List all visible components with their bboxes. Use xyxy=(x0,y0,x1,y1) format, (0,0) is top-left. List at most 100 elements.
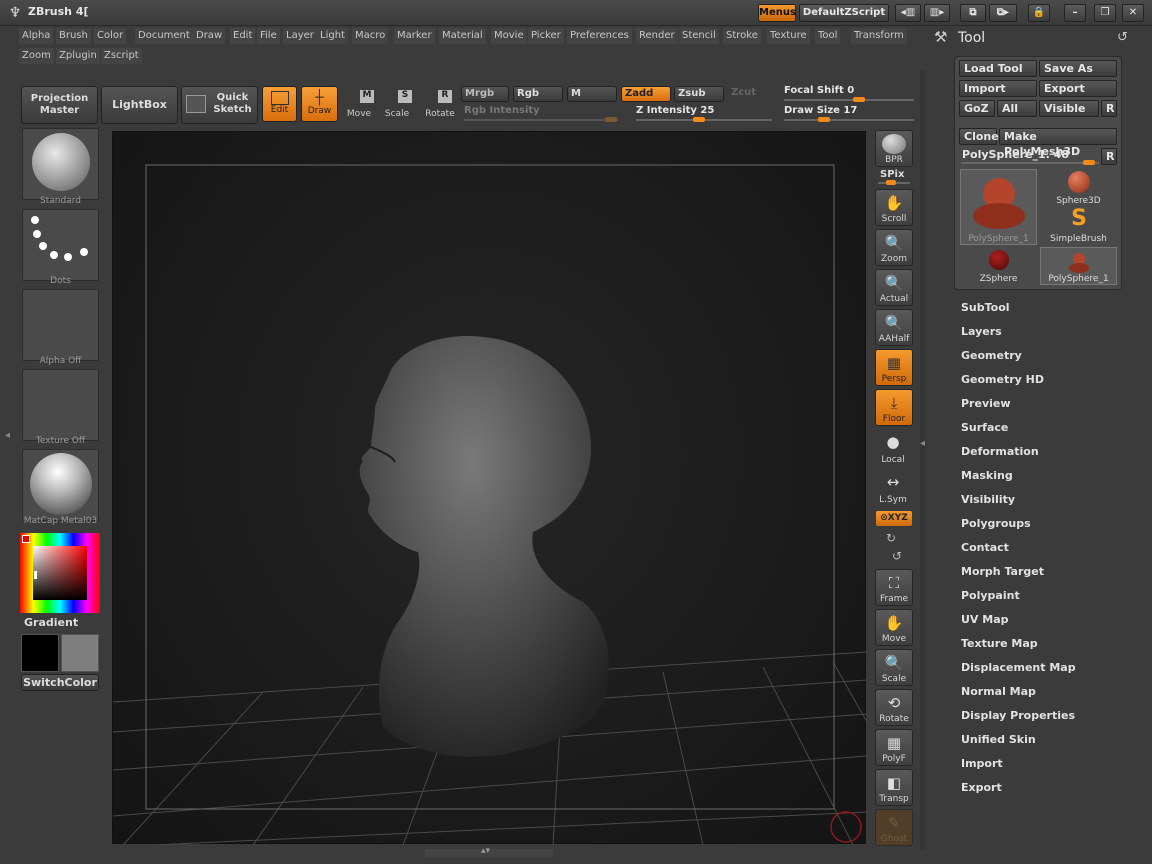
mrgb-button[interactable]: Mrgb xyxy=(461,86,509,102)
menu-transform[interactable]: Transform xyxy=(851,28,907,44)
subpalette-subtool[interactable]: SubTool xyxy=(961,301,1010,314)
menu-tool[interactable]: Tool xyxy=(815,28,841,44)
tool-r-button[interactable]: R xyxy=(1101,148,1117,165)
rgb-intensity-knob[interactable] xyxy=(605,117,617,122)
current-tool-knob[interactable] xyxy=(1083,160,1095,165)
scale-view-button[interactable]: 🔍 Scale xyxy=(875,649,913,686)
subpalette-layers[interactable]: Layers xyxy=(961,325,1002,338)
thumb-polysphere-small[interactable]: PolySphere_1 xyxy=(1040,247,1117,285)
alpha-slot[interactable] xyxy=(22,289,99,361)
rgb-button[interactable]: Rgb xyxy=(513,86,563,102)
scroll-button[interactable]: ✋ Scroll xyxy=(875,189,913,226)
m-button[interactable]: M xyxy=(567,86,617,102)
secondary-color-swatch[interactable] xyxy=(61,634,99,672)
menu-macro[interactable]: Macro xyxy=(352,28,389,44)
menu-alpha[interactable]: Alpha xyxy=(19,28,54,44)
persp-button[interactable]: ▦ Persp xyxy=(875,349,913,386)
menu-brush[interactable]: Brush xyxy=(56,28,91,44)
make-polymesh3d-button[interactable]: Make PolyMesh3D xyxy=(999,128,1117,158)
draw-size-knob[interactable] xyxy=(818,117,830,122)
subpalette-polypaint[interactable]: Polypaint xyxy=(961,589,1020,602)
lock-icon[interactable]: 🔒 xyxy=(1028,4,1050,22)
move-view-button[interactable]: ✋ Move xyxy=(875,609,913,646)
menu-zoom[interactable]: Zoom xyxy=(19,48,54,64)
rotate-y-icon[interactable]: ↻ xyxy=(886,531,896,545)
collapse-right-tray-icon[interactable]: ◂ xyxy=(920,438,925,449)
subpalette-import[interactable]: Import xyxy=(961,757,1003,770)
collapse-left-tray-icon[interactable]: ◂ xyxy=(5,430,10,441)
menu-draw[interactable]: Draw xyxy=(193,28,226,44)
menu-edit[interactable]: Edit xyxy=(230,28,256,44)
menu-layer[interactable]: Layer xyxy=(283,28,317,44)
navigation-gizmo[interactable] xyxy=(830,811,862,843)
z-intensity-knob[interactable] xyxy=(693,117,705,122)
menu-texture[interactable]: Texture xyxy=(767,28,810,44)
transp-button[interactable]: ◧ Transp xyxy=(875,769,913,806)
main-color-swatch[interactable] xyxy=(21,634,59,672)
subpalette-display-properties[interactable]: Display Properties xyxy=(961,709,1075,722)
local-button[interactable]: ● Local xyxy=(875,429,913,466)
subpalette-texture-map[interactable]: Texture Map xyxy=(961,637,1038,650)
bpr-button[interactable]: BPR xyxy=(875,130,913,167)
menu-stroke[interactable]: Stroke xyxy=(723,28,761,44)
menus-button[interactable]: Menus xyxy=(758,4,796,22)
current-tool-slider[interactable] xyxy=(961,162,1099,164)
focal-shift-slider[interactable] xyxy=(784,99,914,101)
edit-mode-button[interactable]: Edit xyxy=(262,86,297,122)
subpalette-visibility[interactable]: Visibility xyxy=(961,493,1015,506)
menu-light[interactable]: Light xyxy=(317,28,348,44)
bottom-tray-arrows-icon[interactable]: ▴▾ xyxy=(481,846,490,856)
subpalette-unified-skin[interactable]: Unified Skin xyxy=(961,733,1036,746)
material-slot[interactable] xyxy=(22,449,99,521)
menu-render[interactable]: Render xyxy=(636,28,678,44)
zcut-button[interactable]: Zcut xyxy=(731,87,756,98)
menu-picker[interactable]: Picker xyxy=(528,28,564,44)
goz-r-button[interactable]: R xyxy=(1101,100,1117,117)
close-icon[interactable]: ✕ xyxy=(1122,4,1144,22)
all-button[interactable]: All xyxy=(997,100,1037,117)
zsub-button[interactable]: Zsub xyxy=(674,86,724,102)
color-picker[interactable] xyxy=(20,533,100,613)
canvas-viewport[interactable] xyxy=(112,131,868,846)
thumb-sphere3d[interactable]: Sphere3D xyxy=(1040,169,1117,207)
switch-color-button[interactable]: SwitchColor xyxy=(21,674,99,691)
expand-interface-icon[interactable]: ▥▸ xyxy=(924,4,950,22)
restore-icon[interactable]: ❐ xyxy=(1094,4,1116,22)
load-tool-button[interactable]: Load Tool xyxy=(959,60,1037,77)
minimize-icon[interactable]: – xyxy=(1064,4,1086,22)
layout-icon[interactable]: ⧉ xyxy=(960,4,986,22)
subpalette-morph-target[interactable]: Morph Target xyxy=(961,565,1044,578)
rgb-intensity-slider[interactable] xyxy=(464,119,618,121)
xyz-button[interactable]: ⊙XYZ xyxy=(876,511,912,526)
menu-file[interactable]: File xyxy=(257,28,280,44)
brush-slot[interactable] xyxy=(22,128,99,200)
subpalette-masking[interactable]: Masking xyxy=(961,469,1013,482)
lsym-button[interactable]: ↔ L.Sym xyxy=(875,469,913,506)
zoom-button[interactable]: 🔍 Zoom xyxy=(875,229,913,266)
subpalette-uv-map[interactable]: UV Map xyxy=(961,613,1009,626)
menu-zplugin[interactable]: Zplugin xyxy=(56,48,100,64)
tool-palette-title[interactable]: Tool xyxy=(958,30,985,46)
texture-slot[interactable] xyxy=(22,369,99,441)
draw-size-slider[interactable] xyxy=(784,119,914,121)
subpalette-surface[interactable]: Surface xyxy=(961,421,1008,434)
clone-button[interactable]: Clone xyxy=(959,128,999,145)
goz-button[interactable]: GoZ xyxy=(959,100,995,117)
aahalf-button[interactable]: 🔍 AAHalf xyxy=(875,309,913,346)
subpalette-preview[interactable]: Preview xyxy=(961,397,1011,410)
subpalette-displacement-map[interactable]: Displacement Map xyxy=(961,661,1076,674)
subpalette-normal-map[interactable]: Normal Map xyxy=(961,685,1036,698)
shrink-interface-icon[interactable]: ◂▥ xyxy=(895,4,921,22)
subpalette-geometry-hd[interactable]: Geometry HD xyxy=(961,373,1044,386)
stroke-slot[interactable] xyxy=(22,209,99,281)
default-zscript-button[interactable]: DefaultZScript xyxy=(799,4,889,22)
color-picker-square[interactable] xyxy=(33,546,87,600)
save-as-button[interactable]: Save As xyxy=(1039,60,1117,77)
menu-stencil[interactable]: Stencil xyxy=(679,28,719,44)
scale-mode-button[interactable]: S Scale xyxy=(382,88,416,122)
switch-layout-icon[interactable]: ⧉▸ xyxy=(989,4,1017,22)
projection-master-button[interactable]: Projection Master xyxy=(21,86,98,124)
menu-preferences[interactable]: Preferences xyxy=(567,28,632,44)
polyf-button[interactable]: ▦ PolyF xyxy=(875,729,913,766)
spix-knob[interactable] xyxy=(886,180,896,185)
